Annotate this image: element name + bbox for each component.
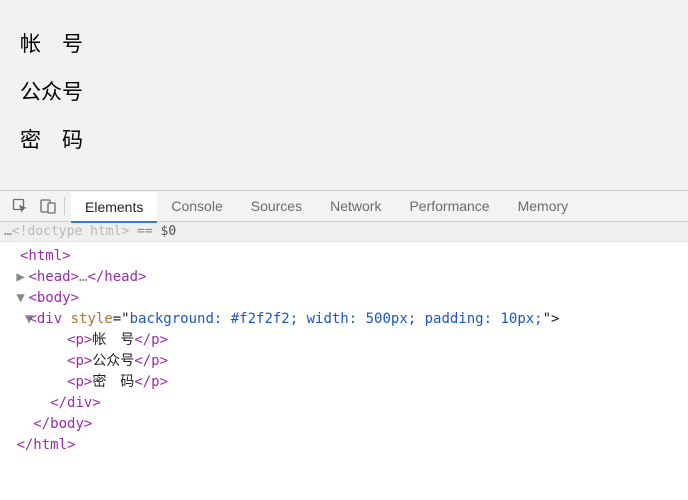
dom-div-open[interactable]: ▼ <div style="background: #f2f2f2; width…	[8, 309, 688, 330]
inspect-icon[interactable]	[6, 192, 34, 220]
tab-performance[interactable]: Performance	[395, 190, 503, 222]
dom-body-close[interactable]: </body>	[8, 414, 688, 435]
preview-p3: 密 码	[20, 124, 668, 154]
device-toggle-icon[interactable]	[34, 192, 62, 220]
preview-p2: 公众号	[20, 76, 668, 106]
dom-body-open[interactable]: ▼ <body>	[8, 288, 688, 309]
breadcrumb-ellipsis: …	[4, 224, 12, 239]
dom-html-close[interactable]: </html>	[8, 435, 688, 456]
breadcrumb-doctype: <!doctype html>	[12, 224, 129, 239]
separator	[64, 197, 65, 215]
dom-div-close[interactable]: </div>	[8, 393, 688, 414]
dom-p2[interactable]: <p>公众号</p>	[8, 351, 688, 372]
breadcrumb-eq: ==	[129, 224, 160, 239]
breadcrumb-sel: $0	[161, 224, 177, 239]
tab-sources[interactable]: Sources	[237, 190, 316, 222]
dom-p1[interactable]: <p>帐 号</p>	[8, 330, 688, 351]
tab-elements[interactable]: Elements	[71, 192, 157, 223]
preview-p1: 帐 号	[20, 28, 668, 58]
tab-memory[interactable]: Memory	[504, 190, 583, 222]
dom-html-open[interactable]: <html>	[8, 246, 688, 267]
dom-p3[interactable]: <p>密 码</p>	[8, 372, 688, 393]
page-preview: 帐 号 公众号 密 码	[0, 0, 688, 190]
dom-breadcrumb: …<!doctype html> == $0	[0, 222, 688, 242]
devtools-tab-bar: Elements Console Sources Network Perform…	[0, 190, 688, 222]
tab-network[interactable]: Network	[316, 190, 395, 222]
dom-head[interactable]: ▶ <head>…</head>	[8, 267, 688, 288]
dom-tree[interactable]: <html> ▶ <head>…</head> ▼ <body> ▼ <div …	[0, 242, 688, 456]
tab-console[interactable]: Console	[157, 190, 236, 222]
